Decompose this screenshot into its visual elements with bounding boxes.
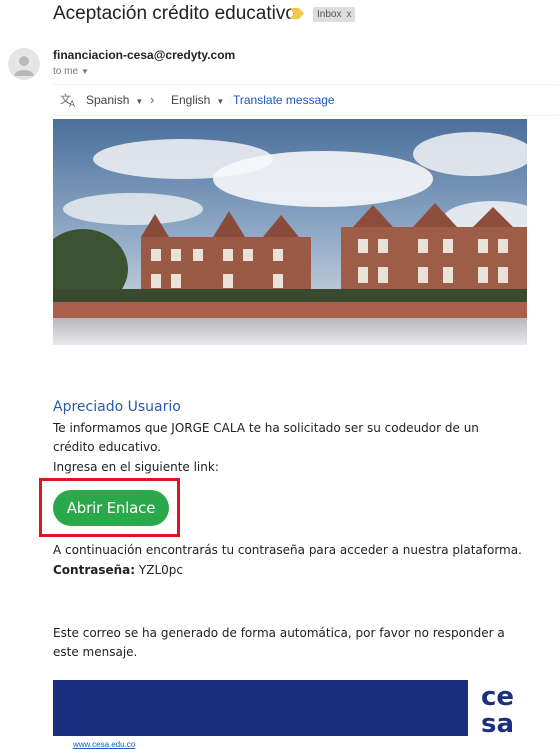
request-message: Te informamos que JORGE CALA te ha solic… [53, 421, 479, 454]
campus-banner-image [53, 119, 527, 345]
translate-bar: 文 A Spanish ▼ › English ▼ Translate messag… [53, 84, 559, 116]
password-value: YZL0pc [138, 563, 183, 577]
recipient-text: to me [53, 66, 79, 77]
open-link-button[interactable]: Abrir Enlace [53, 490, 169, 526]
password-line: Contraseña: YZL0pc [53, 561, 183, 580]
chevron-down-icon: ▼ [135, 97, 144, 106]
chevron-down-icon: ▼ [81, 67, 89, 76]
translate-message-link[interactable]: Translate message [233, 93, 335, 107]
sender-address[interactable]: financiacion-cesa@credyty.com [53, 48, 235, 62]
logo-text-bottom: sa [481, 709, 514, 736]
recipient-dropdown[interactable]: to me ▼ [53, 66, 89, 77]
inbox-label-chip[interactable]: Inbox x [313, 7, 356, 22]
footer-band [53, 680, 527, 736]
password-label: Contraseña: [53, 563, 136, 577]
chevron-down-icon: ▼ [216, 97, 225, 106]
source-language-select[interactable]: Spanish ▼ [86, 93, 143, 107]
auto-generated-note: Este correo se ha generado de forma auto… [53, 626, 505, 659]
svg-text:A: A [69, 100, 76, 108]
inbox-label-text: Inbox [317, 9, 342, 20]
target-language-label: English [171, 93, 211, 107]
logo-text-top: ce [481, 682, 514, 712]
cesa-logo: ce sa [468, 680, 527, 739]
email-subject: Aceptación crédito educativo [53, 3, 296, 24]
target-language-select[interactable]: English ▼ [171, 93, 224, 107]
language-arrow-icon: › [150, 92, 155, 107]
password-intro: A continuación encontrarás tu contraseña… [53, 543, 522, 557]
greeting-heading: Apreciado Usuario [53, 399, 181, 415]
source-language-label: Spanish [86, 93, 130, 107]
link-instruction: Ingresa en el siguiente link: [53, 460, 219, 474]
person-avatar-icon [8, 48, 40, 80]
importance-marker-icon[interactable] [290, 8, 304, 19]
remove-label-icon[interactable]: x [346, 9, 351, 20]
translate-icon: 文 A [60, 92, 76, 108]
